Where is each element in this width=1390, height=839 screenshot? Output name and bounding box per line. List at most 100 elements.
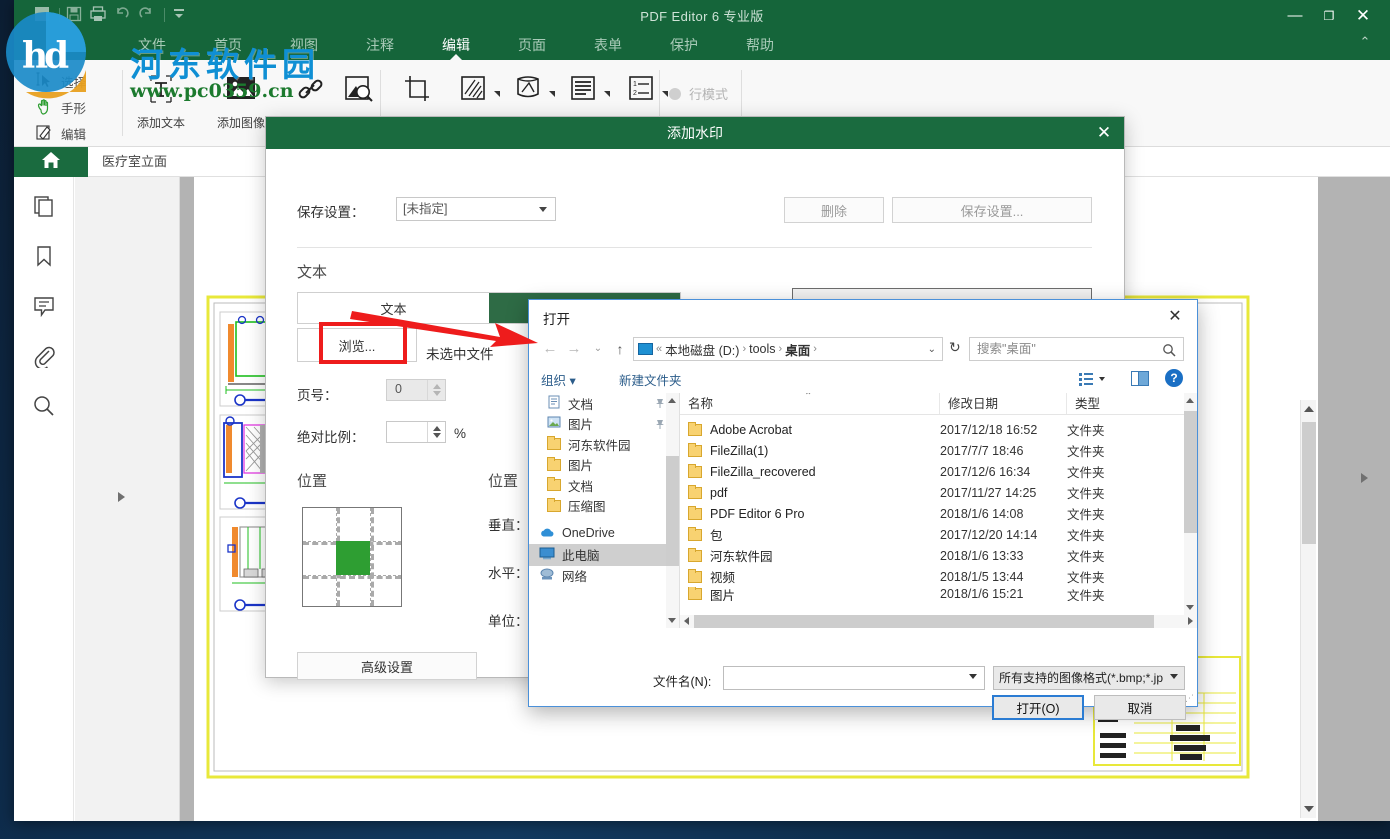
comment-icon[interactable] <box>31 293 57 319</box>
tab-help[interactable]: 帮助 <box>722 30 798 60</box>
sidebar-item-pictures-quick[interactable]: 图片 <box>529 414 679 435</box>
tab-comment[interactable]: 注释 <box>342 30 418 60</box>
file-list-vertical-scrollbar[interactable] <box>1184 393 1197 615</box>
thumbnail-pane[interactable] <box>75 177 180 821</box>
customize-icon[interactable] <box>170 5 192 25</box>
spin-up-icon[interactable] <box>433 384 441 389</box>
advanced-settings-button[interactable]: 高级设置 <box>297 652 477 680</box>
table-row[interactable]: FileZilla_recovered 2017/12/6 16:34 文件夹 <box>680 461 1184 482</box>
position-grid-picker[interactable] <box>302 507 402 607</box>
ribbon-button-add-image[interactable]: 添加图像 <box>210 66 272 131</box>
search-icon[interactable] <box>1162 342 1176 364</box>
sidebar-item-pictures[interactable]: 图片 <box>529 455 679 476</box>
ribbon-button-hand[interactable]: 手形 <box>32 94 86 120</box>
tab-form[interactable]: 表单 <box>570 30 646 60</box>
scroll-down-icon[interactable] <box>1304 806 1314 812</box>
close-button[interactable]: ✕ <box>1350 5 1376 27</box>
ribbon-button-select[interactable]: 选择 <box>32 68 86 94</box>
nav-up-icon[interactable]: ↑ <box>609 339 631 359</box>
nav-back-icon[interactable]: ← <box>539 339 561 359</box>
sidebar-item-network[interactable]: 网络 <box>529 566 679 587</box>
document-tab-title[interactable]: 医疗室立面 <box>102 147 167 177</box>
search-input[interactable]: 搜索"桌面" <box>969 337 1184 361</box>
absolute-scale-spin-buttons[interactable] <box>427 422 445 442</box>
bookmark-icon[interactable] <box>31 243 57 269</box>
absolute-scale-spinner[interactable] <box>386 421 446 443</box>
tab-page[interactable]: 页面 <box>494 30 570 60</box>
scroll-down-icon[interactable] <box>1186 605 1194 610</box>
scroll-thumb[interactable] <box>694 615 1154 628</box>
help-icon[interactable]: ? <box>1165 369 1183 387</box>
undo-icon[interactable] <box>113 5 135 25</box>
file-list-horizontal-scrollbar[interactable] <box>680 615 1197 628</box>
sidebar-item-documents-quick[interactable]: 文档 <box>529 393 679 414</box>
table-row[interactable]: FileZilla(1) 2017/7/7 18:46 文件夹 <box>680 440 1184 461</box>
scroll-thumb[interactable] <box>666 456 679 566</box>
file-type-filter-combo[interactable]: 所有支持的图像格式(*.bmp;*.jp <box>993 666 1185 690</box>
scroll-down-icon[interactable] <box>668 618 676 623</box>
sidebar-item-hedong[interactable]: 河东软件园 <box>529 434 679 455</box>
open-dialog-sidebar[interactable]: 文档 图片 河东软件园 图片 文档 压缩图 OneDrive 此电脑 网络 <box>529 393 680 628</box>
breadcrumb-part-0[interactable]: 本地磁盘 (D:) <box>665 340 739 359</box>
tab-file[interactable]: 文件 <box>114 30 190 60</box>
nav-recent-locations-icon[interactable]: ⌄ <box>587 339 609 359</box>
scroll-right-icon[interactable] <box>1188 617 1193 625</box>
cancel-button[interactable]: 取消 <box>1094 695 1186 720</box>
pin-icon[interactable] <box>655 398 665 409</box>
bates-dropdown-caret[interactable] <box>662 91 668 97</box>
open-dialog-close-icon[interactable]: ✕ <box>1159 304 1191 330</box>
nav-forward-icon[interactable]: → <box>563 339 585 359</box>
minimize-button[interactable]: — <box>1282 5 1308 27</box>
breadcrumb-part-2[interactable]: 桌面 <box>785 340 810 359</box>
table-row[interactable]: PDF Editor 6 Pro 2018/1/6 14:08 文件夹 <box>680 503 1184 524</box>
view-list-icon[interactable] <box>1079 371 1111 392</box>
print-icon[interactable] <box>89 5 111 25</box>
spin-up-icon[interactable] <box>433 426 441 431</box>
sidebar-item-onedrive[interactable]: OneDrive <box>529 523 679 544</box>
table-row[interactable]: 视频 2018/1/5 13:44 文件夹 <box>680 566 1184 587</box>
pin-icon[interactable] <box>655 419 665 430</box>
tab-protect[interactable]: 保护 <box>646 30 722 60</box>
tab-home[interactable]: 首页 <box>190 30 266 60</box>
column-header-type[interactable]: 类型 <box>1067 393 1184 414</box>
delete-settings-button[interactable]: 删除 <box>784 197 884 223</box>
scroll-up-icon[interactable] <box>1304 406 1314 412</box>
tab-edit[interactable]: 编辑 <box>418 30 494 60</box>
filename-input[interactable] <box>723 666 985 690</box>
page-thumbnails-icon[interactable] <box>31 193 57 219</box>
organize-menu[interactable]: 组织 ▾ <box>541 370 576 389</box>
column-header-date[interactable]: 修改日期 <box>940 393 1067 414</box>
search-icon[interactable] <box>31 393 57 419</box>
right-pane-expander-icon[interactable] <box>1361 473 1368 483</box>
table-row[interactable]: Adobe Acrobat 2017/12/18 16:52 文件夹 <box>680 419 1184 440</box>
spin-down-icon[interactable] <box>433 391 441 396</box>
app-menu-icon[interactable] <box>32 5 54 25</box>
sidebar-item-compressed[interactable]: 压缩图 <box>529 496 679 517</box>
save-settings-combo[interactable]: [未指定] <box>396 197 556 221</box>
scroll-thumb[interactable] <box>1184 411 1197 533</box>
sidebar-item-documents[interactable]: 文档 <box>529 475 679 496</box>
file-list[interactable]: 名称 修改日期 类型 ⌃ Adobe Acrobat 2017/12/18 16… <box>680 393 1197 628</box>
tab-view[interactable]: 视图 <box>266 30 342 60</box>
maximize-button[interactable]: ❐ <box>1316 5 1342 27</box>
redo-icon[interactable] <box>137 5 159 25</box>
table-row[interactable]: 图片 2018/1/6 15:21 文件夹 <box>680 587 1184 601</box>
page-number-spin-buttons[interactable] <box>427 380 445 400</box>
thumbnail-expander-icon[interactable] <box>118 492 125 502</box>
table-row[interactable]: 河东软件园 2018/1/6 13:33 文件夹 <box>680 545 1184 566</box>
document-vertical-scrollbar[interactable] <box>1300 400 1316 818</box>
segment-text[interactable]: 文本 <box>298 293 489 323</box>
sidebar-item-this-pc[interactable]: 此电脑 <box>529 543 679 566</box>
page-number-spinner[interactable]: 0 <box>386 379 446 401</box>
scroll-left-icon[interactable] <box>684 617 689 625</box>
attachment-icon[interactable] <box>31 343 57 369</box>
new-folder-button[interactable]: 新建文件夹 <box>619 370 682 389</box>
browse-button[interactable]: 浏览... <box>297 328 417 362</box>
breadcrumb-part-1[interactable]: tools <box>749 342 775 356</box>
table-row[interactable]: pdf 2017/11/27 14:25 文件夹 <box>680 482 1184 503</box>
home-tab-button[interactable] <box>14 147 88 177</box>
scroll-up-icon[interactable] <box>668 398 676 403</box>
watermark-close-icon[interactable]: ✕ <box>1084 117 1124 149</box>
ribbon-collapse-icon[interactable]: ⌃ <box>1354 34 1376 52</box>
refresh-icon[interactable]: ↻ <box>949 339 961 356</box>
